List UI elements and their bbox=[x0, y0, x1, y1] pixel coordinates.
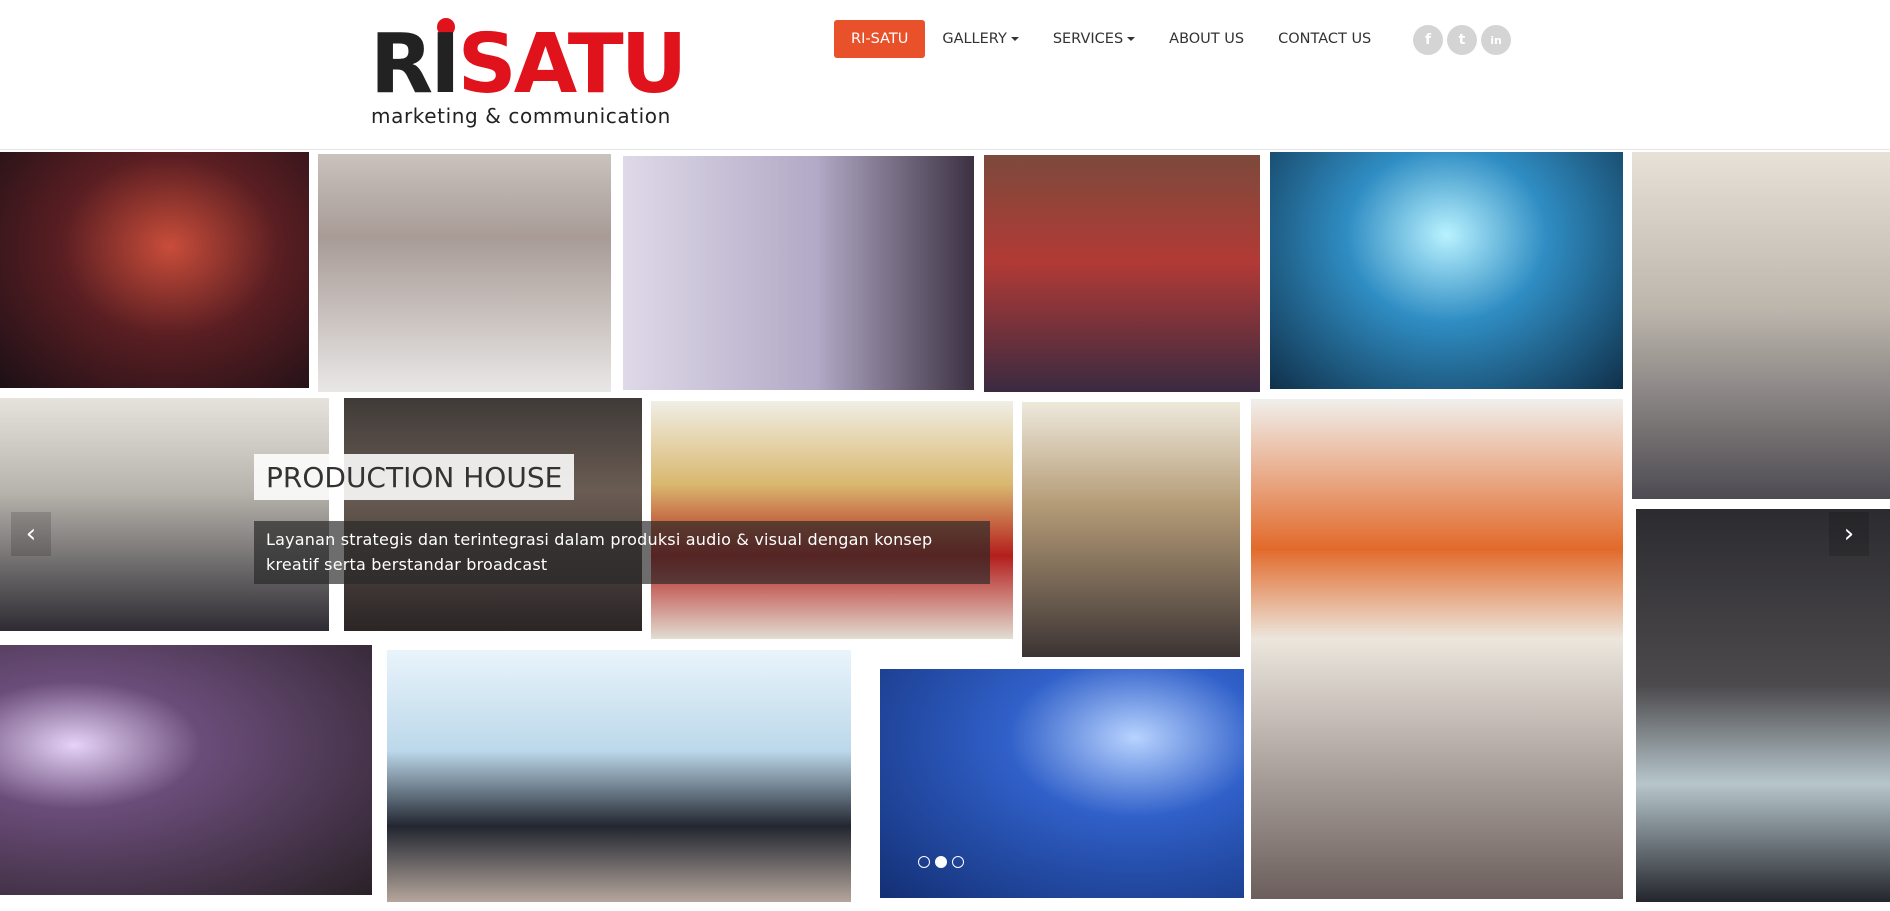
photo-broadcast-monitors bbox=[1636, 509, 1890, 902]
photo-mc-duo bbox=[623, 156, 974, 390]
nav-item-label: RI-SATU bbox=[851, 31, 909, 47]
slider-next-arrow-icon[interactable]: › bbox=[1829, 512, 1869, 556]
photo-mall-event bbox=[1632, 152, 1890, 499]
main-nav: RI-SATU GALLERY SERVICES ABOUT US CONTAC… bbox=[834, 20, 1388, 58]
twitter-icon[interactable]: t bbox=[1447, 25, 1477, 55]
nav-item-risatu[interactable]: RI-SATU bbox=[834, 20, 926, 58]
photo-large-hall bbox=[1251, 399, 1623, 899]
photo-stage-dancers bbox=[0, 152, 309, 388]
nav-item-label: GALLERY bbox=[942, 31, 1007, 47]
nav-item-label: CONTACT US bbox=[1278, 31, 1372, 47]
photo-decorated-venue bbox=[651, 401, 1013, 639]
slider-dot[interactable] bbox=[918, 856, 930, 868]
logo-wordmark-first: RI bbox=[370, 17, 461, 112]
logo-wordmark: RISATU bbox=[370, 17, 688, 112]
nav-item-gallery[interactable]: GALLERY bbox=[925, 20, 1035, 58]
nav-item-contact-us[interactable]: CONTACT US bbox=[1261, 20, 1388, 58]
slider-dot[interactable] bbox=[952, 856, 964, 868]
photo-motivation-seminar bbox=[387, 650, 851, 902]
social-links: f t in bbox=[1413, 25, 1511, 55]
logo-tagline: marketing & communication bbox=[371, 104, 671, 128]
facebook-icon[interactable]: f bbox=[1413, 25, 1443, 55]
photo-camera-crane bbox=[1022, 402, 1240, 657]
photo-singer-ballroom bbox=[0, 645, 372, 895]
nav-item-services[interactable]: SERVICES bbox=[1036, 20, 1152, 58]
photo-store-interview bbox=[318, 154, 611, 392]
caret-down-icon bbox=[1010, 37, 1019, 41]
caret-down-icon bbox=[1127, 37, 1136, 41]
photo-promo-girls bbox=[984, 155, 1260, 392]
logo-wordmark-rest: SATU bbox=[457, 17, 688, 112]
linkedin-icon[interactable]: in bbox=[1481, 25, 1511, 55]
slide-title: PRODUCTION HOUSE bbox=[254, 454, 575, 500]
nav-item-label: ABOUT US bbox=[1169, 31, 1245, 47]
photo-audience bbox=[344, 398, 642, 631]
nav-item-about-us[interactable]: ABOUT US bbox=[1152, 20, 1261, 58]
slider-prev-arrow-icon[interactable]: ‹ bbox=[11, 512, 51, 556]
site-header: RISATU marketing & communication RI-SATU… bbox=[0, 0, 1890, 150]
slider-dot[interactable] bbox=[935, 856, 947, 868]
nav-item-label: SERVICES bbox=[1052, 31, 1124, 47]
risatu-logo[interactable]: RISATU marketing & communication bbox=[370, 16, 687, 128]
slide-description: Layanan strategis dan terintegrasi dalam… bbox=[254, 521, 990, 584]
photo-stage-show bbox=[1270, 152, 1623, 389]
slider-dots bbox=[918, 856, 964, 868]
